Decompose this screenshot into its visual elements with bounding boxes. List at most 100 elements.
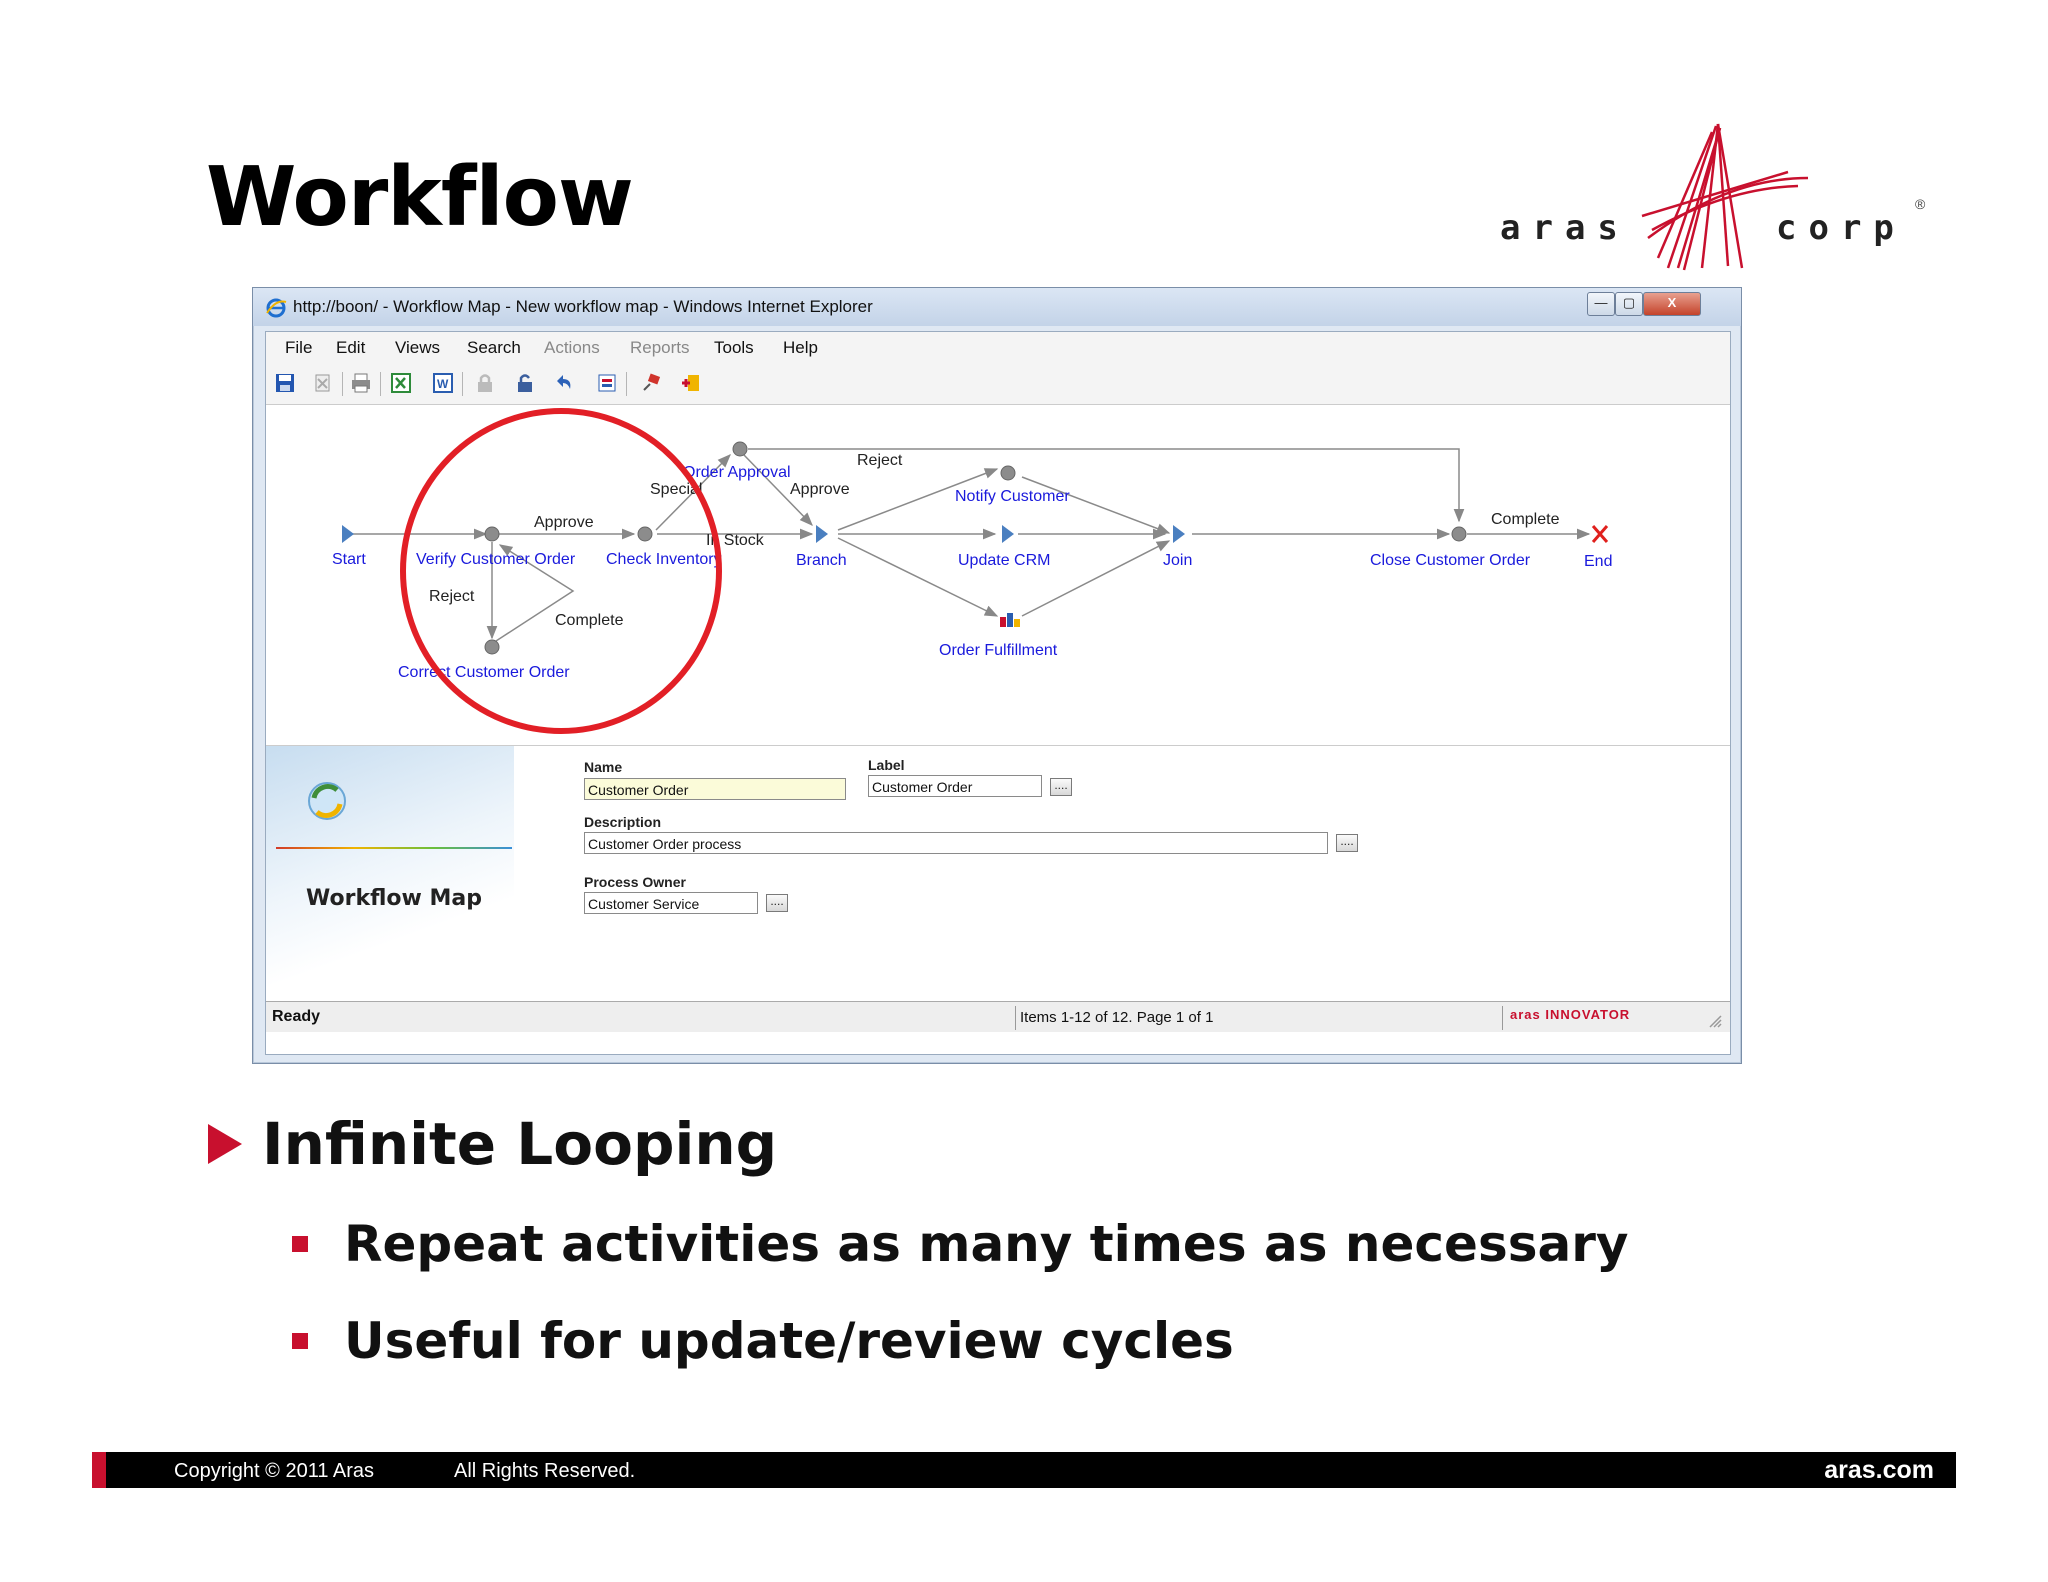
workflow-edges <box>350 448 1591 642</box>
status-ready: Ready <box>272 1008 321 1025</box>
registered-mark: ® <box>1915 196 1926 212</box>
status-separator <box>1015 1006 1016 1030</box>
toolbar-separator <box>380 372 381 396</box>
delete-icon[interactable] <box>312 372 334 394</box>
window-title-bar: http://boon/ - Workflow Map - New workfl… <box>253 288 1741 326</box>
undo-icon[interactable] <box>554 372 576 394</box>
status-items: Items 1-12 of 12. Page 1 of 1 <box>1020 1009 1214 1026</box>
node-label-end: End <box>1584 553 1612 570</box>
aras-innovator-logo: aras INNOVATOR <box>1510 1007 1631 1022</box>
minimize-button[interactable]: — <box>1587 292 1615 316</box>
logo-word-left: aras <box>1500 208 1630 248</box>
fulfillment-node-icon[interactable] <box>1000 613 1020 627</box>
crm-node-icon[interactable] <box>1002 525 1014 543</box>
name-field[interactable]: Customer Order <box>584 778 846 800</box>
node-label-verify: Verify Customer Order <box>416 551 576 568</box>
pin-icon[interactable] <box>640 372 662 394</box>
menu-search[interactable]: Search <box>467 338 521 358</box>
form-banner: Workflow Map <box>266 746 514 1002</box>
logo-word-right: corp <box>1776 208 1906 248</box>
resize-grip-icon[interactable] <box>1706 1012 1722 1028</box>
verify-node-icon[interactable] <box>484 526 500 542</box>
bullet-arrow-icon <box>208 1124 242 1164</box>
toolbar-separator <box>342 372 343 396</box>
loop-highlight-circle <box>400 408 722 734</box>
bullet-sub: Repeat activities as many times as neces… <box>344 1215 1629 1273</box>
bullet-square-icon <box>292 1333 308 1349</box>
menu-bar: File Edit Views Search Actions Reports T… <box>266 332 1730 364</box>
description-lookup-button[interactable]: .... <box>1336 834 1358 852</box>
lock-icon[interactable] <box>474 372 496 394</box>
print-icon[interactable] <box>350 372 372 394</box>
save-icon[interactable] <box>274 372 296 394</box>
node-label-crm: Update CRM <box>958 552 1050 569</box>
aras-a-logo-icon <box>1641 123 1808 271</box>
node-label-approval: Order Approval <box>683 464 791 481</box>
node-label-notify: Notify Customer <box>955 488 1070 505</box>
check-node-icon[interactable] <box>637 526 653 542</box>
maximize-button[interactable]: ▢ <box>1615 292 1643 316</box>
description-field[interactable]: Customer Order process <box>584 832 1328 854</box>
workflow-properties-panel: Workflow Map Name Customer Order Label C… <box>266 745 1730 1002</box>
aras-corp-logo: aras corp ® <box>1500 118 1940 278</box>
approval-node-icon[interactable] <box>732 441 748 457</box>
label-field[interactable]: Customer Order <box>868 775 1042 797</box>
node-label-branch: Branch <box>796 552 847 569</box>
node-label-start: Start <box>332 551 366 568</box>
owner-lookup-button[interactable]: .... <box>766 894 788 912</box>
edge-label-reject: Reject <box>429 588 475 605</box>
start-node-icon[interactable] <box>342 525 354 543</box>
node-label-fulfillment: Order Fulfillment <box>939 642 1058 659</box>
svg-text:W: W <box>437 377 449 391</box>
banner-divider <box>276 847 512 849</box>
owner-label: Process Owner <box>584 874 686 890</box>
label-label: Label <box>868 757 905 773</box>
status-bar: Ready Items 1-12 of 12. Page 1 of 1 aras… <box>266 1001 1730 1032</box>
form-title: Workflow Map <box>306 886 482 911</box>
notify-node-icon[interactable] <box>1000 465 1016 481</box>
close-button[interactable]: X <box>1643 292 1701 316</box>
owner-field[interactable]: Customer Service <box>584 892 758 914</box>
edge-label-approve: Approve <box>790 481 850 498</box>
branch-node-icon[interactable] <box>816 525 828 543</box>
close-node-icon[interactable] <box>1451 526 1467 542</box>
node-label-correct: Correct Customer Order <box>398 664 570 681</box>
toolbar: W <box>266 364 1730 405</box>
description-label: Description <box>584 814 662 830</box>
menu-edit[interactable]: Edit <box>336 338 365 358</box>
unlock-icon[interactable] <box>514 372 536 394</box>
menu-reports[interactable]: Reports <box>630 338 690 358</box>
bullet-sub: Useful for update/review cycles <box>344 1312 1234 1370</box>
toolbar-separator <box>462 372 463 396</box>
workflow-map: Start Verify Customer Order Check Invent… <box>332 408 1612 734</box>
internet-explorer-icon <box>266 298 287 318</box>
node-label-close: Close Customer Order <box>1370 552 1531 569</box>
word-icon[interactable]: W <box>432 372 454 394</box>
workflow-canvas[interactable]: Start Verify Customer Order Check Invent… <box>266 405 1730 745</box>
menu-file[interactable]: File <box>285 338 312 358</box>
toolbar-separator <box>626 372 627 396</box>
workflow-refresh-icon <box>308 782 346 820</box>
footer-copyright: Copyright © 2011 Aras <box>174 1460 375 1482</box>
add-icon[interactable] <box>680 372 702 394</box>
bullet-square-icon <box>292 1236 308 1252</box>
correct-node-icon[interactable] <box>484 639 500 655</box>
window-client: File Edit Views Search Actions Reports T… <box>265 331 1731 1055</box>
menu-actions[interactable]: Actions <box>544 338 600 358</box>
label-lookup-button[interactable]: .... <box>1050 778 1072 796</box>
end-node-icon[interactable] <box>1591 525 1609 543</box>
node-label-join: Join <box>1163 552 1192 569</box>
menu-help[interactable]: Help <box>783 338 818 358</box>
menu-views[interactable]: Views <box>395 338 440 358</box>
join-node-icon[interactable] <box>1173 525 1185 543</box>
bullet-main: Infinite Looping <box>262 1110 778 1178</box>
footer-bar: Copyright © 2011 Aras All Rights Reserve… <box>92 1452 1956 1488</box>
footer-site[interactable]: aras.com <box>1824 1456 1934 1485</box>
menu-tools[interactable]: Tools <box>714 338 754 358</box>
properties-icon[interactable] <box>596 372 618 394</box>
excel-icon[interactable] <box>390 372 412 394</box>
slide-title: Workflow <box>206 150 634 245</box>
node-label-check: Check Inventory <box>606 551 722 568</box>
edge-label-reject: Reject <box>857 452 903 469</box>
footer-accent <box>92 1452 106 1488</box>
